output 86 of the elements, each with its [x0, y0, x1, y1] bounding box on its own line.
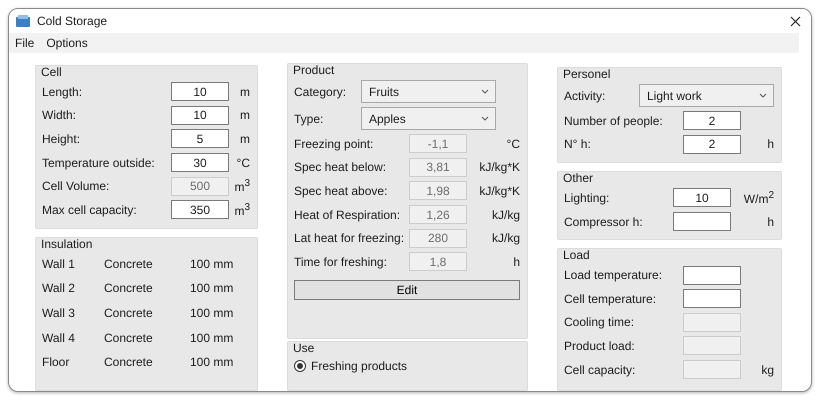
- group-title: Personel: [563, 67, 612, 81]
- material-label: Concrete: [104, 355, 154, 370]
- unit-label: kJ/kg: [490, 208, 520, 222]
- input-field[interactable]: 30: [171, 153, 229, 172]
- field-label: Freezing point:: [294, 136, 374, 151]
- field-label: Lighting:: [564, 190, 610, 205]
- caret-icon: [759, 93, 767, 98]
- field-label: Cell Volume:: [42, 179, 110, 194]
- menu-item[interactable]: Options: [40, 36, 94, 50]
- layer-name: Wall 2: [42, 281, 76, 296]
- field-label: Length:: [42, 84, 84, 99]
- edit-button[interactable]: Edit: [294, 280, 520, 300]
- caret-icon: [481, 89, 489, 94]
- field-label: Width:: [42, 108, 78, 122]
- dropdown[interactable]: Fruits: [361, 80, 496, 103]
- field-label: Cell capacity:: [564, 362, 636, 377]
- layer-name: Floor: [42, 355, 70, 370]
- field-label: Heat of Respiration:: [294, 208, 402, 222]
- input-field[interactable]: 10: [171, 82, 229, 102]
- unit-label: m$^{3}$: [233, 202, 250, 218]
- input-field[interactable]: 5: [171, 129, 229, 148]
- field-label: Cell temperature:: [564, 292, 658, 306]
- group-title: Use: [293, 340, 316, 355]
- unit-label: kg: [760, 362, 774, 377]
- menu-item[interactable]: File: [9, 36, 40, 50]
- dropdown[interactable]: Light work: [639, 84, 774, 107]
- group-title: Load: [563, 248, 591, 262]
- field-label: Spec heat below:: [294, 160, 388, 174]
- unit-label: m: [239, 108, 250, 122]
- field-label: Number of people:: [564, 114, 664, 128]
- thickness-label: 100 mm: [190, 330, 234, 345]
- input-field[interactable]: 10: [673, 188, 731, 208]
- window-title: Cold Storage: [37, 14, 108, 28]
- app-icon: [15, 14, 31, 28]
- field-label: Height:: [42, 132, 82, 146]
- layer-name: Wall 3: [42, 306, 76, 320]
- field-label: Temperature outside:: [42, 156, 156, 170]
- field-label: Compressor h:: [564, 214, 644, 229]
- material-label: Concrete: [104, 306, 154, 320]
- caret-icon: [481, 116, 489, 121]
- input-field[interactable]: [683, 266, 741, 285]
- input-field[interactable]: 2: [683, 134, 741, 154]
- unit-label: h: [766, 214, 774, 229]
- thickness-label: 100 mm: [190, 306, 234, 320]
- unit-label: kJ/kg: [490, 231, 520, 246]
- thickness-label: 100 mm: [190, 256, 234, 271]
- layer-name: Wall 1: [42, 256, 76, 271]
- material-label: Concrete: [104, 330, 154, 345]
- unit-label: h: [512, 254, 520, 269]
- dropdown[interactable]: Apples: [361, 107, 496, 130]
- radio-label: Freshing products: [311, 358, 408, 373]
- field-label: Type:: [294, 112, 324, 126]
- unit-label: m$^{3}$: [233, 178, 250, 194]
- group-title: Cell: [41, 65, 63, 79]
- unit-label: kJ/kg*K: [478, 160, 520, 174]
- unit-label: kJ/kg*K: [478, 184, 520, 198]
- unit-label: °C: [236, 156, 250, 170]
- field-label: Load temperature:: [564, 268, 664, 282]
- thickness-label: 100 mm: [190, 355, 234, 370]
- unit-label: m: [239, 84, 250, 99]
- field-label: Time for freshing:: [294, 254, 388, 269]
- material-label: Concrete: [104, 256, 154, 271]
- group-title: Product: [293, 63, 336, 77]
- thickness-label: 100 mm: [190, 281, 234, 296]
- field-label: Cooling time:: [564, 315, 636, 330]
- unit-label: h: [766, 137, 774, 152]
- input-field[interactable]: [683, 289, 741, 308]
- field-label: Spec heat above:: [294, 184, 388, 198]
- field-label: Product load:: [564, 338, 636, 353]
- input-field[interactable]: 2: [683, 111, 741, 130]
- unit-label: W/m$^{2}$: [742, 190, 774, 206]
- field-label: Max cell capacity:: [42, 202, 138, 217]
- field-label: N° h:: [564, 137, 592, 152]
- group-title: Insulation: [41, 236, 94, 251]
- input-field[interactable]: [673, 212, 731, 232]
- group-title: Other: [563, 171, 594, 186]
- field-label: Activity:: [564, 88, 606, 102]
- unit-label: m: [239, 132, 250, 146]
- radio-button[interactable]: [294, 360, 306, 372]
- material-label: Concrete: [104, 281, 154, 296]
- field-label: Lat heat for freezing:: [294, 231, 406, 246]
- layer-name: Wall 4: [42, 330, 76, 345]
- field-label: Category:: [294, 84, 348, 98]
- unit-label: °C: [506, 136, 520, 151]
- input-field[interactable]: 10: [171, 106, 229, 125]
- input-field[interactable]: 350: [171, 200, 229, 220]
